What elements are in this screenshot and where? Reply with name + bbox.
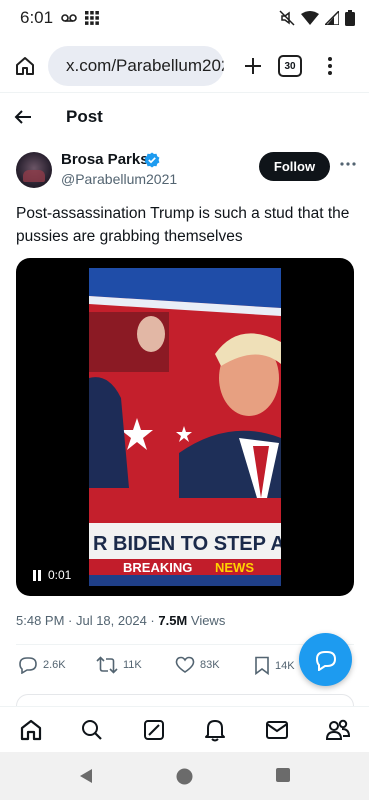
post-header: Post [0, 95, 369, 139]
pause-icon[interactable] [32, 569, 42, 581]
video-still: R BIDEN TO STEP AS BREAKING NEWS [89, 268, 281, 586]
heart-icon [175, 656, 195, 673]
author-row: Brosa Parks @Parabellum2021 Follow [16, 148, 361, 192]
reply-count: 2.6K [43, 659, 66, 671]
bell-icon [205, 720, 225, 742]
verified-badge-icon [144, 152, 160, 168]
back-triangle-icon[interactable] [78, 768, 94, 784]
like-button[interactable]: 83K [175, 656, 220, 674]
more-options-button[interactable] [338, 154, 358, 174]
tab-switcher-button[interactable]: 30 [278, 55, 302, 77]
bookmark-count: 14K [275, 659, 295, 672]
divider [0, 92, 369, 93]
nav-grok[interactable] [141, 717, 167, 743]
grok-icon [144, 720, 164, 740]
system-nav-bar [0, 752, 369, 800]
post-timestamp[interactable]: 5:48 PM · Jul 18, 2024 · [16, 613, 158, 628]
home-circle-icon[interactable] [176, 768, 193, 785]
author-handle[interactable]: @Parabellum2021 [61, 171, 177, 187]
page-title: Post [66, 107, 103, 126]
views-count: 7.5M [158, 613, 188, 628]
nav-notifications[interactable] [202, 717, 228, 743]
nav-communities[interactable] [325, 717, 351, 743]
like-count: 83K [200, 659, 220, 671]
nav-search[interactable] [79, 717, 105, 743]
compose-reply-fab[interactable] [299, 633, 352, 686]
status-bar: 6:01 [0, 0, 369, 36]
action-bar: 2.6K 11K 83K 14K [18, 656, 308, 680]
chyron-text: R BIDEN TO STEP AS [93, 533, 281, 555]
mail-icon [266, 721, 288, 739]
search-icon [82, 720, 102, 740]
bottom-nav [0, 706, 369, 752]
avatar[interactable] [16, 152, 52, 188]
browser-menu-button[interactable] [318, 51, 342, 81]
repost-icon [96, 656, 118, 674]
status-time: 6:01 [20, 8, 54, 27]
address-bar[interactable]: x.com/Parabellum2021 [48, 46, 224, 86]
nav-home[interactable] [18, 717, 44, 743]
video-controls[interactable]: 0:01 [28, 566, 76, 584]
repost-count: 11K [123, 659, 142, 671]
video-frame: R BIDEN TO STEP AS BREAKING NEWS [89, 268, 281, 586]
news-label: NEWS [215, 560, 254, 575]
repost-button[interactable]: 11K [96, 656, 142, 674]
bookmark-button[interactable]: 14K [254, 656, 295, 675]
author-name[interactable]: Brosa Parks [61, 151, 149, 168]
new-tab-button[interactable] [238, 51, 268, 81]
reply-icon [19, 657, 37, 674]
video-player[interactable]: R BIDEN TO STEP AS BREAKING NEWS 0:01 [16, 258, 354, 596]
more-horiz-icon [340, 162, 356, 166]
wifi-icon [301, 11, 319, 25]
nav-messages[interactable] [264, 717, 290, 743]
bookmark-icon [255, 656, 269, 675]
plus-icon [245, 58, 261, 74]
home-icon [20, 719, 42, 741]
people-icon [325, 719, 351, 740]
follow-button[interactable]: Follow [259, 152, 330, 181]
grid-icon [85, 11, 99, 25]
views-label: Views [187, 613, 226, 628]
recents-square-icon[interactable] [276, 768, 290, 782]
voicemail-icon [61, 14, 77, 22]
home-icon [16, 57, 34, 75]
signal-icon [325, 11, 339, 25]
video-elapsed-time: 0:01 [48, 568, 72, 582]
mute-icon [279, 10, 295, 26]
back-arrow-icon[interactable] [14, 109, 32, 125]
reply-button[interactable]: 2.6K [18, 656, 66, 674]
home-button[interactable] [10, 51, 40, 81]
battery-icon [345, 10, 355, 26]
post-meta: 5:48 PM · Jul 18, 2024 · 7.5M Views [16, 613, 225, 628]
browser-toolbar: x.com/Parabellum2021 30 [0, 40, 369, 92]
tweet-text: Post-assassination Trump is such a stud … [16, 205, 350, 245]
reply-bubble-icon [315, 650, 336, 671]
more-vert-icon [328, 57, 332, 75]
breaking-label: BREAKING [123, 560, 192, 575]
url-text[interactable]: x.com/Parabellum2021 [66, 56, 224, 76]
